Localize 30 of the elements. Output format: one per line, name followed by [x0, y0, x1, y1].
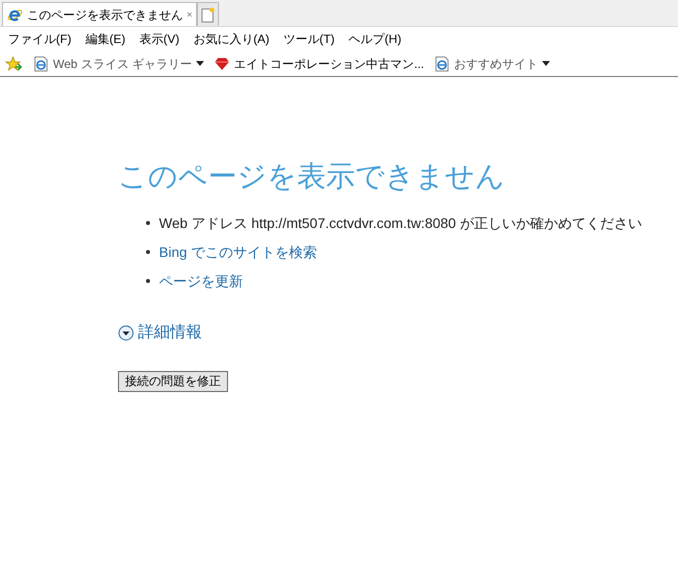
- suggestion-link[interactable]: ページを更新: [159, 271, 243, 291]
- details-link[interactable]: 詳細情報: [138, 321, 202, 345]
- menu-item[interactable]: お気に入り(A): [193, 30, 270, 48]
- tab-title: このページを表示できません: [27, 6, 183, 24]
- expand-icon[interactable]: [118, 325, 134, 341]
- new-page-icon: [201, 6, 215, 22]
- fix-connection-button[interactable]: 接続の問題を修正: [118, 370, 228, 392]
- favorites-label: Web スライス ギャラリー: [53, 56, 192, 72]
- menu-item[interactable]: 編集(E): [85, 30, 126, 48]
- close-icon[interactable]: [187, 10, 192, 19]
- suggestion-text: Web アドレス http://mt507.cctvdvr.com.tw:8080 が正しいか確かめてください: [159, 214, 642, 233]
- star-icon[interactable]: [5, 56, 23, 72]
- page-icon: [434, 56, 450, 72]
- favorites-label: おすすめサイト: [454, 56, 538, 72]
- page-icon: [33, 56, 49, 72]
- new-tab-button[interactable]: [197, 2, 219, 26]
- diamond-icon: [214, 56, 230, 70]
- browser-tab[interactable]: このページを表示できません: [2, 2, 197, 26]
- dropdown-caret-icon[interactable]: [542, 61, 550, 66]
- bullet-icon: [146, 279, 150, 283]
- bullet-icon: [146, 250, 150, 254]
- menu-item[interactable]: ヘルプ(H): [348, 30, 402, 48]
- menu-item[interactable]: ツール(T): [283, 30, 335, 48]
- menu-item[interactable]: ファイル(F): [8, 30, 72, 48]
- error-heading: このページを表示できません: [118, 160, 506, 195]
- menu-item[interactable]: 表示(V): [139, 30, 180, 48]
- suggestion-link[interactable]: Bing でこのサイトを検索: [159, 242, 317, 262]
- dropdown-caret-icon[interactable]: [196, 61, 204, 66]
- bullet-icon: [146, 221, 150, 225]
- favorites-label: エイトコーポレーション中古マン...: [234, 56, 424, 72]
